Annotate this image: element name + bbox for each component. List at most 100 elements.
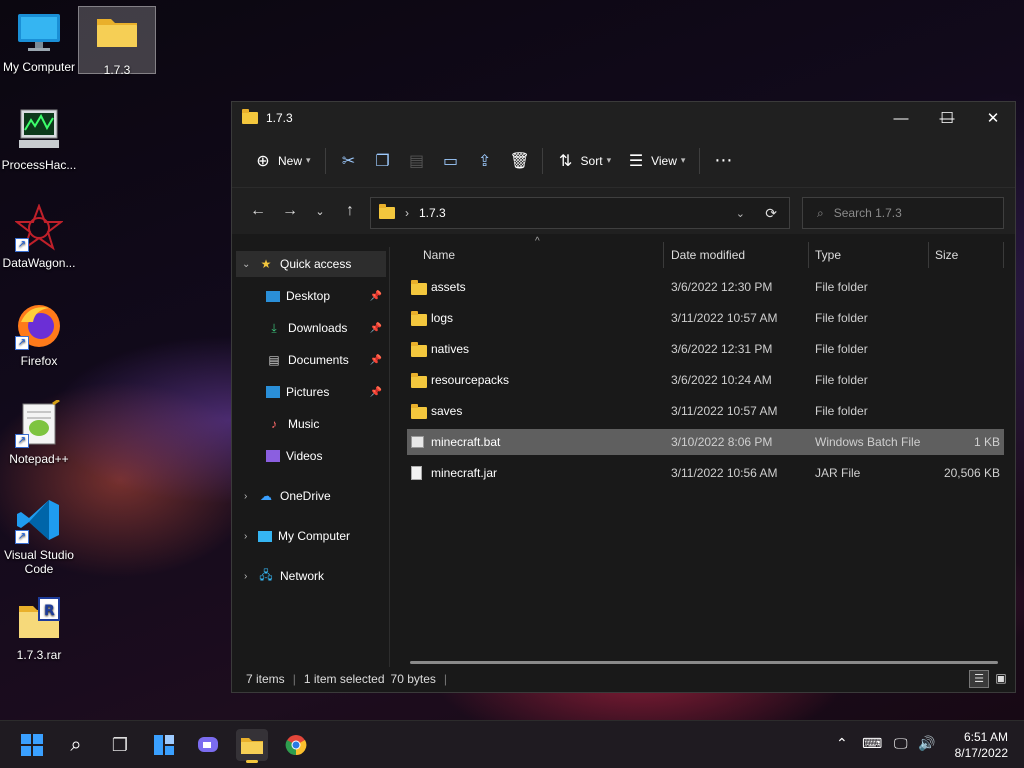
rar-archive-icon: R	[15, 596, 63, 644]
desktop-icon-datawagon[interactable]: ↗ DataWagon...	[0, 203, 78, 270]
horizontal-scrollbar[interactable]	[410, 661, 998, 664]
column-header-size[interactable]: Size	[935, 242, 958, 268]
column-divider[interactable]	[928, 242, 929, 268]
column-divider[interactable]	[1003, 242, 1004, 268]
column-header-date[interactable]: Date modified	[671, 242, 745, 268]
file-size: 1 KB	[973, 435, 1000, 449]
chevron-down-icon: ▾	[606, 155, 612, 165]
cut-button[interactable]: ✂	[332, 144, 366, 178]
desktop-icon	[266, 290, 280, 302]
table-row[interactable]: logs 3/11/2022 10:57 AM File folder	[407, 305, 1004, 331]
trash-icon: 🗑	[509, 152, 530, 170]
desktop-icon-label: My Computer	[2, 60, 76, 74]
column-header-type[interactable]: Type	[815, 242, 841, 268]
column-divider[interactable]	[663, 242, 664, 268]
address-dropdown-icon[interactable]: ⌄	[736, 207, 745, 220]
nav-item-pictures[interactable]: Pictures 📌	[236, 379, 386, 405]
copy-icon: ❐	[375, 152, 390, 170]
widgets-button[interactable]	[148, 729, 180, 761]
view-button[interactable]: ☰ View ▾	[619, 144, 693, 178]
nav-label: OneDrive	[280, 489, 331, 503]
chevron-right-icon: ›	[244, 530, 248, 542]
desktop-icon-processhacker[interactable]: ProcessHac...	[0, 106, 78, 172]
desktop-icon-my-computer[interactable]: My Computer	[0, 8, 78, 74]
network-tray-icon[interactable]: 🖵	[894, 735, 908, 752]
large-icons-view-button[interactable]: ▣	[991, 670, 1011, 688]
new-button[interactable]: ⊕ New ▾	[246, 144, 319, 178]
svg-text:R: R	[44, 603, 55, 619]
file-type: JAR File	[815, 466, 861, 480]
teams-chat-button[interactable]	[192, 729, 224, 761]
forward-button[interactable]: →	[274, 202, 306, 220]
recent-locations-button[interactable]: ⌄	[306, 205, 334, 218]
table-row[interactable]: minecraft.bat 3/10/2022 8:06 PM Windows Ba…	[407, 429, 1004, 455]
nav-item-videos[interactable]: Videos	[236, 443, 386, 469]
paste-button[interactable]: ▤	[400, 144, 434, 178]
view-label: View	[651, 153, 677, 168]
folder-icon	[379, 204, 395, 219]
nav-item-network[interactable]: › 🖧 Network	[236, 563, 386, 589]
toolbar-divider	[541, 147, 543, 174]
nav-item-documents[interactable]: ▤ Documents 📌	[236, 347, 386, 373]
nav-item-music[interactable]: ♪ Music	[236, 411, 386, 437]
file-date: 3/11/2022 10:57 AM	[671, 404, 778, 418]
file-date: 3/6/2022 12:31 PM	[671, 342, 773, 356]
file-name: natives	[431, 342, 470, 356]
table-row[interactable]: assets 3/6/2022 12:30 PM File folder	[407, 274, 1004, 300]
delete-button[interactable]: 🗑	[502, 144, 536, 178]
address-bar[interactable]: › 1.7.3 ⌄ ⟳	[370, 197, 790, 229]
start-button[interactable]	[16, 729, 48, 761]
notepad-plus-plus-icon: ↗	[15, 398, 63, 448]
breadcrumb-chevron-icon: ›	[405, 206, 409, 220]
sort-button[interactable]: ⇅ Sort ▾	[549, 144, 620, 178]
file-icon	[411, 466, 422, 480]
file-explorer-taskbar-button[interactable]	[236, 729, 268, 763]
desktop-icon-notepadpp[interactable]: ↗ Notepad++	[0, 398, 78, 466]
nav-item-onedrive[interactable]: › ☁ OneDrive	[236, 483, 386, 509]
column-divider[interactable]	[808, 242, 809, 268]
search-taskbar-button[interactable]: ⌕	[60, 729, 92, 761]
table-row[interactable]: natives 3/6/2022 12:31 PM File folder	[407, 336, 1004, 362]
file-type: File folder	[815, 373, 868, 387]
close-button[interactable]: ✕	[970, 102, 1016, 134]
back-button[interactable]: ←	[242, 202, 274, 220]
search-box[interactable]: ⌕ Search 1.7.3	[802, 197, 1004, 229]
nav-item-quick-access[interactable]: ⌄ ★ Quick access	[236, 251, 386, 277]
nav-item-downloads[interactable]: ⤓ Downloads 📌	[236, 315, 386, 341]
desktop-icon-folder-1-7-3[interactable]: 1.7.3	[78, 6, 156, 77]
share-button[interactable]: ⇪	[468, 144, 502, 178]
up-button[interactable]: ↑	[334, 202, 366, 220]
refresh-icon[interactable]: ⟳	[765, 205, 777, 222]
nav-item-my-computer[interactable]: › My Computer	[236, 523, 386, 549]
table-row[interactable]: saves 3/11/2022 10:57 AM File folder	[407, 398, 1004, 424]
details-view-button[interactable]: ☰	[969, 670, 989, 688]
table-row[interactable]: resourcepacks 3/6/2022 10:24 AM File folde…	[407, 367, 1004, 393]
address-path[interactable]: 1.7.3	[419, 206, 446, 220]
keyboard-icon[interactable]: ⌨	[862, 735, 882, 752]
desktop-icon-rar[interactable]: R 1.7.3.rar	[0, 596, 78, 662]
column-header-name[interactable]: Name	[423, 242, 455, 268]
show-hidden-icons-button[interactable]: ⌃	[836, 735, 848, 752]
nav-item-desktop[interactable]: Desktop 📌	[236, 283, 386, 309]
firefox-icon: ↗	[15, 302, 63, 350]
folder-icon	[93, 11, 141, 59]
toolbar-divider	[699, 147, 701, 174]
search-placeholder[interactable]: Search 1.7.3	[834, 206, 902, 220]
task-view-button[interactable]: ❐	[104, 729, 136, 761]
copy-button[interactable]: ❐	[366, 144, 400, 178]
desktop-icon-firefox[interactable]: ↗ Firefox	[0, 302, 78, 368]
status-divider: |	[292, 672, 296, 686]
more-options-button[interactable]: ⋯	[706, 144, 740, 178]
maximize-button[interactable]: ☐	[924, 102, 970, 134]
nav-label: Downloads	[288, 321, 348, 335]
file-type: File folder	[815, 311, 868, 325]
volume-icon[interactable]: 🔊	[918, 735, 935, 752]
desktop-icon-vscode[interactable]: ↗ Visual Studio Code	[0, 496, 78, 576]
table-row[interactable]: minecraft.jar 3/11/2022 10:56 AM JAR File 2…	[407, 460, 1004, 486]
file-name: minecraft.bat	[431, 435, 501, 449]
column-label: Date modified	[671, 248, 746, 262]
clock[interactable]: 6:51 AM 8/17/2022	[955, 729, 1008, 761]
minimize-button[interactable]: —	[878, 102, 924, 134]
rename-button[interactable]: ▭	[434, 144, 468, 178]
chrome-taskbar-button[interactable]	[280, 729, 312, 761]
